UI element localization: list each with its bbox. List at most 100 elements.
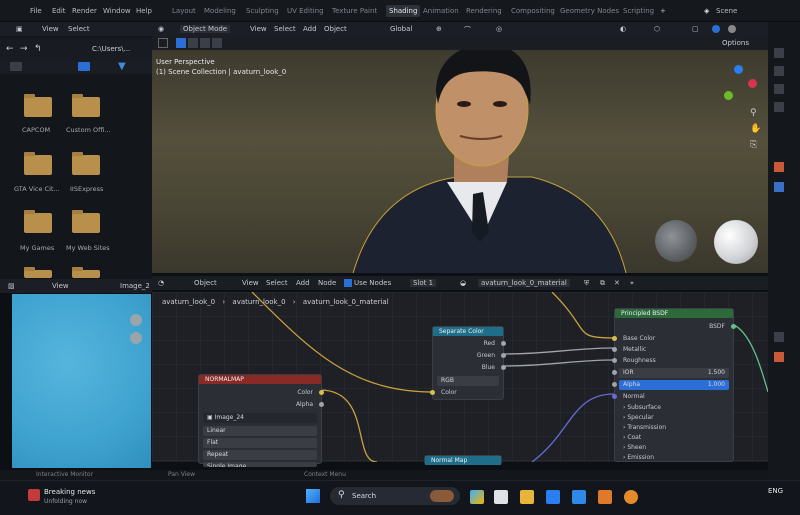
gizmo-z-icon[interactable] xyxy=(734,65,743,74)
store-icon[interactable] xyxy=(546,490,560,504)
material-name-field[interactable]: avaturn_look_0_material xyxy=(478,279,570,287)
folder-icon[interactable] xyxy=(24,152,52,175)
fb-view-menu[interactable]: View xyxy=(42,25,59,33)
socket-ior[interactable] xyxy=(612,370,617,375)
ne-view-menu[interactable]: View xyxy=(242,279,259,287)
fb-select-menu[interactable]: Select xyxy=(68,25,90,33)
gizmo-y-icon[interactable] xyxy=(724,91,733,100)
folder-icon[interactable] xyxy=(72,152,100,175)
scene-name[interactable]: Scene xyxy=(716,7,737,15)
ne-select-menu[interactable]: Select xyxy=(266,279,288,287)
navigation-gizmo[interactable] xyxy=(720,65,760,105)
select-mode-icon[interactable] xyxy=(212,38,222,48)
ne-add-menu[interactable]: Add xyxy=(296,279,310,287)
separate-color-node[interactable]: Separate Color Red Green Blue RGB Color xyxy=(430,326,506,400)
forward-arrow-icon[interactable]: → xyxy=(20,44,28,54)
node-editor-canvas[interactable]: avaturn_look_0 › avaturn_look_0 › avatur… xyxy=(152,292,768,467)
tab-animation[interactable]: Animation xyxy=(423,7,459,15)
select-mode-icon[interactable] xyxy=(176,38,186,48)
overlay-icon[interactable]: ⬡ xyxy=(654,25,660,33)
menu-help[interactable]: Help xyxy=(136,7,152,15)
properties-tab-icon[interactable] xyxy=(774,84,784,94)
socket-roughness[interactable] xyxy=(612,358,617,363)
folder-icon[interactable] xyxy=(72,94,100,117)
vp-view-menu[interactable]: View xyxy=(250,25,267,33)
use-nodes-checkbox[interactable] xyxy=(344,279,352,287)
folder-label-gta[interactable]: GTA Vice Cit... xyxy=(14,185,60,193)
properties-tab-icon[interactable] xyxy=(774,48,784,58)
principled-bsdf-node[interactable]: Principled BSDF BSDF Base Color Metallic… xyxy=(612,308,736,462)
tab-geometry-nodes[interactable]: Geometry Nodes xyxy=(560,7,619,15)
node-editor-type-icon[interactable]: ◔ xyxy=(158,279,164,287)
tab-texture-paint[interactable]: Texture Paint xyxy=(332,7,377,15)
mode-dropdown[interactable]: RGB xyxy=(437,376,499,386)
gizmo-x-icon[interactable] xyxy=(748,79,757,88)
filter-icon[interactable]: ▼ xyxy=(118,61,126,72)
socket-normal[interactable] xyxy=(612,394,617,399)
image-editor-type-icon[interactable]: ▨ xyxy=(8,282,15,290)
3d-viewport[interactable]: User Perspective (1) Scene Collection | … xyxy=(152,50,768,273)
folder-label-mygames[interactable]: My Games xyxy=(20,244,54,252)
socket-metallic[interactable] xyxy=(612,347,617,352)
properties-tab-icon[interactable] xyxy=(774,332,784,342)
socket-green[interactable] xyxy=(501,353,506,358)
vp-add-menu[interactable]: Add xyxy=(303,25,317,33)
path-field[interactable]: C:\Users\... xyxy=(92,45,130,53)
panel-subsurface[interactable]: › Subsurface xyxy=(623,404,661,411)
tab-uv-editing[interactable]: UV Editing xyxy=(287,7,324,15)
zoom-icon[interactable] xyxy=(130,314,142,326)
list-view-icon[interactable] xyxy=(10,62,22,71)
socket-blue[interactable] xyxy=(501,365,506,370)
vscode-icon[interactable] xyxy=(572,490,586,504)
properties-tab-icon[interactable] xyxy=(774,66,784,76)
socket-alpha[interactable] xyxy=(612,382,617,387)
shading-material-icon[interactable] xyxy=(712,25,720,33)
socket-color-input[interactable] xyxy=(430,390,435,395)
panel-emission[interactable]: › Emission xyxy=(623,454,654,461)
transform-orientation-dropdown[interactable]: Global xyxy=(390,25,412,33)
viewport-editor-icon[interactable]: ◉ xyxy=(158,25,164,33)
material-sphere-icon[interactable]: ◒ xyxy=(460,279,466,287)
back-arrow-icon[interactable]: ← xyxy=(6,44,14,54)
close-icon[interactable]: ✕ xyxy=(614,279,620,287)
panel-coat[interactable]: › Coat xyxy=(623,434,641,441)
ne-node-menu[interactable]: Node xyxy=(318,279,336,287)
socket-base-color[interactable] xyxy=(612,336,617,341)
pin-icon[interactable]: ⌖ xyxy=(630,279,634,288)
folder-label-iisexpress[interactable]: IISExpress xyxy=(70,185,103,193)
editor-type-icon[interactable]: ▣ xyxy=(16,25,23,33)
proportional-icon[interactable]: ◎ xyxy=(496,25,502,33)
normal-map-node[interactable]: Normal Map xyxy=(424,455,502,465)
folder-icon[interactable] xyxy=(24,210,52,233)
texture-preview[interactable] xyxy=(12,294,151,468)
tab-sculpting[interactable]: Sculpting xyxy=(246,7,279,15)
pan-icon[interactable] xyxy=(130,332,142,344)
snap-icon[interactable]: ⌒ xyxy=(464,25,471,35)
news-icon[interactable] xyxy=(28,489,40,501)
folder-icon[interactable] xyxy=(72,210,100,233)
windows-start-icon[interactable] xyxy=(306,489,320,503)
copy-icon[interactable]: ⧉ xyxy=(600,279,605,288)
search-box[interactable]: ⚲ Search xyxy=(330,487,460,505)
news-title[interactable]: Breaking news xyxy=(44,488,95,496)
folder-icon[interactable] xyxy=(72,267,100,278)
image-selector[interactable]: Image_2 xyxy=(120,282,150,290)
socket-alpha[interactable] xyxy=(319,402,324,407)
folder-icon[interactable] xyxy=(24,94,52,117)
object-mode-dropdown[interactable]: Object Mode xyxy=(180,25,231,33)
xray-icon[interactable]: ▢ xyxy=(692,25,699,33)
node-type-dropdown[interactable]: Object xyxy=(194,279,217,287)
panel-sheen[interactable]: › Sheen xyxy=(623,444,646,451)
zoom-icon[interactable]: ⚲ xyxy=(750,108,757,118)
ior-field[interactable]: IOR 1.500 xyxy=(619,368,729,378)
tab-shading[interactable]: Shading xyxy=(386,5,421,17)
projection-dropdown[interactable]: Flat xyxy=(203,438,317,448)
tab-compositing[interactable]: Compositing xyxy=(511,7,555,15)
image-datablock[interactable]: ▣ Image_24 xyxy=(203,413,317,423)
slot-dropdown[interactable]: Slot 1 xyxy=(410,279,437,287)
tab-scripting[interactable]: Scripting xyxy=(623,7,654,15)
menu-window[interactable]: Window xyxy=(103,7,131,15)
alpha-field[interactable]: Alpha 1.000 xyxy=(619,380,729,390)
xampp-icon[interactable] xyxy=(598,490,612,504)
tab-modeling[interactable]: Modeling xyxy=(204,7,236,15)
